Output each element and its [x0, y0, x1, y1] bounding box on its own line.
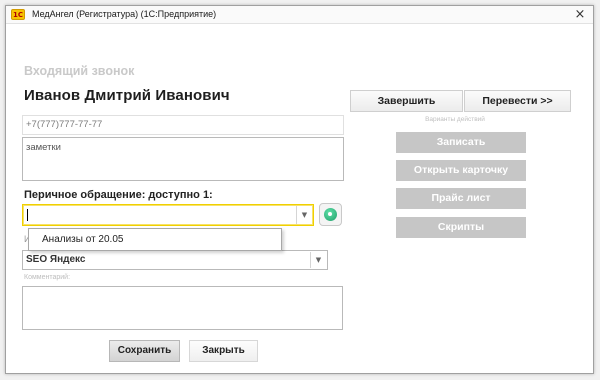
- caller-name: Иванов Дмитрий Иванович: [24, 87, 230, 104]
- text-cursor: [27, 209, 28, 221]
- record-button[interactable]: Записать: [396, 132, 526, 153]
- title-bar: 1С МедАнгел (Регистратура) (1С:Предприят…: [6, 6, 593, 24]
- search-button[interactable]: [319, 203, 342, 226]
- close-icon[interactable]: ×: [573, 6, 587, 23]
- comment-field[interactable]: [22, 286, 343, 330]
- window-title: МедАнгел (Регистратура) (1С:Предприятие): [32, 9, 217, 19]
- chevron-down-icon[interactable]: ▼: [296, 206, 312, 224]
- search-icon: [324, 208, 337, 221]
- actions-label: Варианты действий: [425, 116, 485, 123]
- notes-field[interactable]: заметки: [22, 137, 344, 181]
- dropdown-item[interactable]: Анализы от 20.05: [42, 234, 123, 245]
- scripts-button[interactable]: Скрипты: [396, 217, 526, 238]
- phone-field[interactable]: +7(777)777-77-77: [22, 115, 344, 135]
- 1c-app-icon: 1С: [11, 9, 25, 20]
- primary-request-dropdown: Анализы от 20.05: [28, 228, 282, 251]
- chevron-down-icon[interactable]: ▼: [310, 252, 326, 268]
- close-button[interactable]: Закрыть: [189, 340, 258, 362]
- primary-request-combobox[interactable]: ▼: [22, 204, 314, 226]
- incoming-call-window: 1С МедАнгел (Регистратура) (1С:Предприят…: [5, 5, 594, 374]
- transfer-button[interactable]: Перевести >>: [464, 90, 571, 112]
- ad-source-combobox[interactable]: SEO Яндекс ▼: [22, 250, 328, 270]
- price-list-button[interactable]: Прайс лист: [396, 188, 526, 209]
- open-card-button[interactable]: Открыть карточку: [396, 160, 526, 181]
- app-icon-text: 1С: [13, 11, 24, 19]
- section-title: Входящий звонок: [24, 64, 135, 78]
- ad-source-value: SEO Яндекс: [26, 254, 86, 265]
- finish-button[interactable]: Завершить: [350, 90, 463, 112]
- comment-label: Комментарий:: [24, 274, 71, 281]
- save-button[interactable]: Сохранить: [109, 340, 180, 362]
- primary-request-label: Перичное обращение: доступно 1:: [24, 189, 213, 201]
